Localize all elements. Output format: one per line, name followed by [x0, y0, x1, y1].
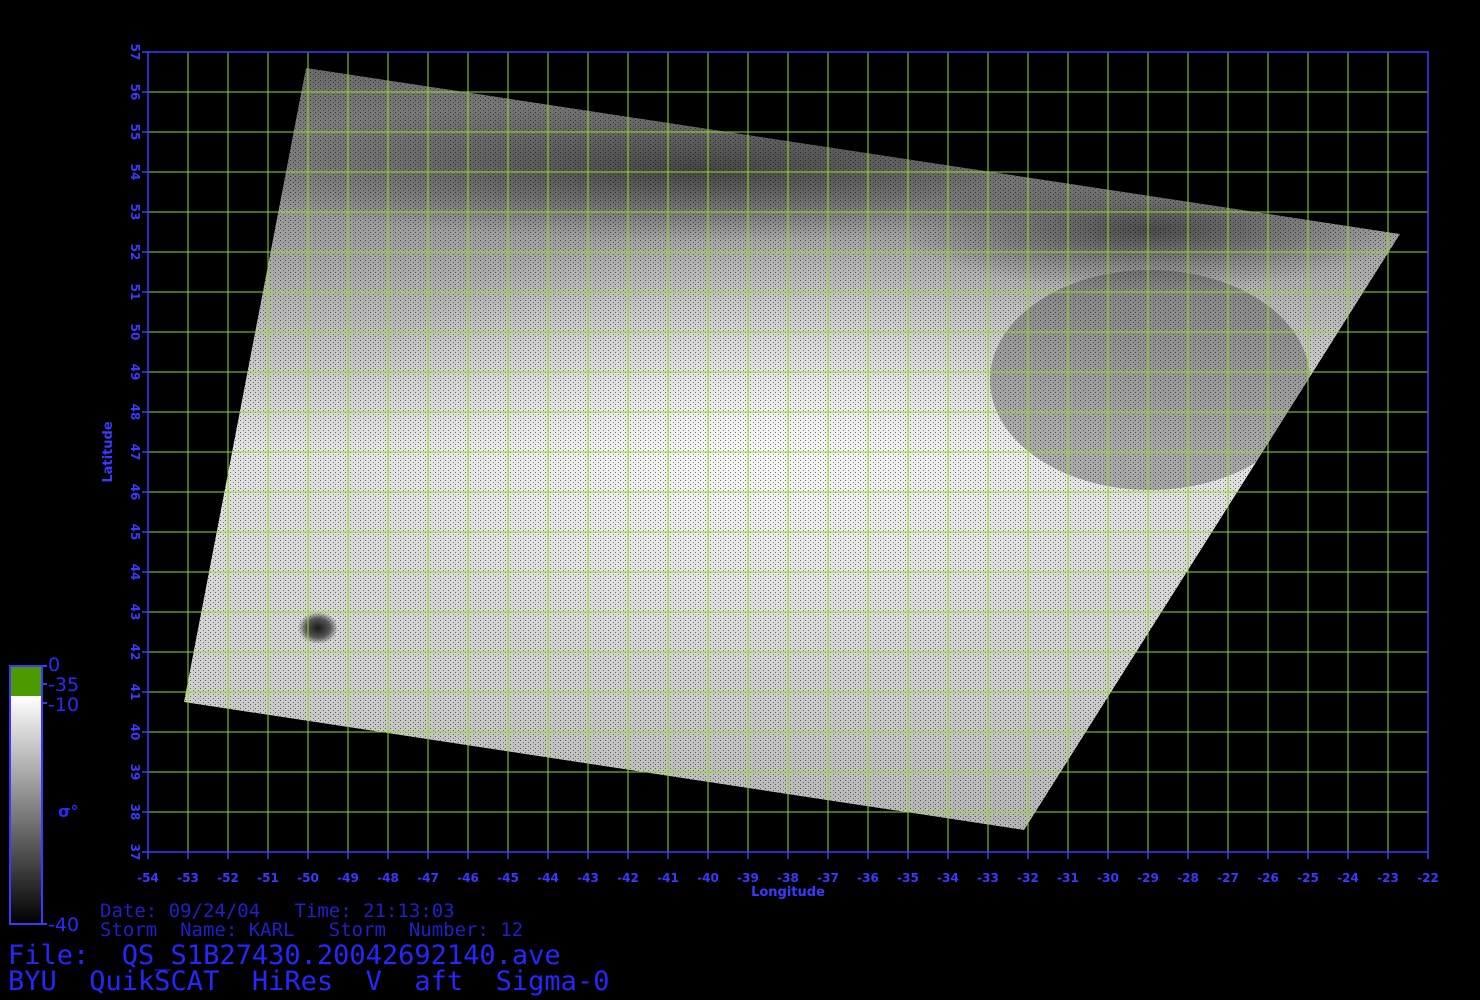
x-tick-label: -51 — [257, 871, 279, 885]
y-tick-label: 47 — [128, 444, 142, 461]
y-tick-label: 40 — [128, 724, 142, 741]
y-tick-label: 54 — [128, 164, 142, 181]
sigma0-swath-image — [184, 68, 1400, 830]
x-tick-label: -25 — [1297, 871, 1319, 885]
x-tick-label: -42 — [617, 871, 639, 885]
x-tick-label: -46 — [457, 871, 479, 885]
x-tick-label: -52 — [217, 871, 239, 885]
x-tick-label: -39 — [737, 871, 759, 885]
x-tick-label: -29 — [1137, 871, 1159, 885]
y-tick-label: 56 — [128, 84, 142, 101]
x-tick-label: -27 — [1217, 871, 1239, 885]
colorbar-top-swatch — [10, 666, 42, 696]
y-tick-label: 37 — [128, 844, 142, 861]
speckle-overlay — [184, 68, 1400, 830]
x-tick-label: -36 — [857, 871, 879, 885]
y-tick-label: 55 — [128, 124, 142, 141]
x-tick-label: -23 — [1377, 871, 1399, 885]
y-tick-label: 49 — [128, 364, 142, 381]
y-tick-label: 43 — [128, 604, 142, 621]
y-tick-label: 48 — [128, 404, 142, 421]
y-tick-label: 39 — [128, 764, 142, 781]
colorbar-mid-value-2: -10 — [48, 694, 80, 716]
x-tick-label: -28 — [1177, 871, 1199, 885]
y-axis-label: Latitude — [101, 421, 116, 483]
x-tick-label: -43 — [577, 871, 599, 885]
colorbar-bottom-value: -40 — [48, 914, 80, 936]
x-tick-label: -44 — [537, 871, 559, 885]
storm-info-line: Storm Name: KARL Storm Number: 12 — [100, 919, 524, 941]
map-plot: -54 -53 -52 -51 -50 -49 -48 -47 -46 -45 -44 -43 -42 -… — [9, 44, 1439, 925]
x-tick-label: -54 — [137, 871, 159, 885]
x-tick-label: -48 — [377, 871, 399, 885]
y-tick-label: 42 — [128, 644, 142, 661]
y-tick-label: 50 — [128, 324, 142, 341]
y-tick-label: 57 — [128, 44, 142, 61]
x-tick-label: -30 — [1097, 871, 1119, 885]
y-tick-label: 45 — [128, 524, 142, 541]
x-tick-label: -40 — [697, 871, 719, 885]
lat-lon-grid — [148, 52, 1428, 852]
x-tick-label: -33 — [977, 871, 999, 885]
x-tick-label: -31 — [1057, 871, 1079, 885]
x-tick-label: -24 — [1337, 871, 1359, 885]
x-tick-label: -38 — [777, 871, 799, 885]
colorbar-ramp — [10, 696, 42, 924]
y-tick-label: 46 — [128, 484, 142, 501]
colorbar — [9, 665, 47, 925]
x-tick-label: -45 — [497, 871, 519, 885]
x-tick-label: -22 — [1417, 871, 1439, 885]
x-tick-label: -53 — [177, 871, 199, 885]
x-tick-label: -26 — [1257, 871, 1279, 885]
y-tick-label: 38 — [128, 804, 142, 821]
colorbar-mid-value-1: -35 — [48, 674, 80, 696]
x-tick-label: -41 — [657, 871, 679, 885]
colorbar-top-value: 0 — [48, 654, 61, 676]
product-title-line: BYU QuikSCAT HiRes V aft Sigma-0 — [8, 966, 610, 997]
x-tick-label: -34 — [937, 871, 959, 885]
y-tick-label: 41 — [128, 684, 142, 701]
x-tick-label: -49 — [337, 871, 359, 885]
x-tick-label: -50 — [297, 871, 319, 885]
y-tick-label: 52 — [128, 244, 142, 261]
y-tick-label: 44 — [128, 564, 142, 581]
y-tick-label: 53 — [128, 204, 142, 221]
x-tick-label: -47 — [417, 871, 439, 885]
longitude-tick-labels: -54 -53 -52 -51 -50 -49 -48 -47 -46 -45 -44 -43 -42 -… — [137, 852, 1439, 885]
storm-eye — [298, 612, 338, 644]
colorbar-label: σ° — [58, 802, 79, 821]
x-axis-label: Longitude — [751, 885, 825, 900]
latitude-tick-labels: 37 38 39 40 41 42 43 44 45 46 47 48 49 50 51 52 53 54 55 56… — [128, 44, 148, 861]
x-tick-label: -35 — [897, 871, 919, 885]
y-tick-label: 51 — [128, 284, 142, 301]
x-tick-label: -32 — [1017, 871, 1039, 885]
x-tick-label: -37 — [817, 871, 839, 885]
